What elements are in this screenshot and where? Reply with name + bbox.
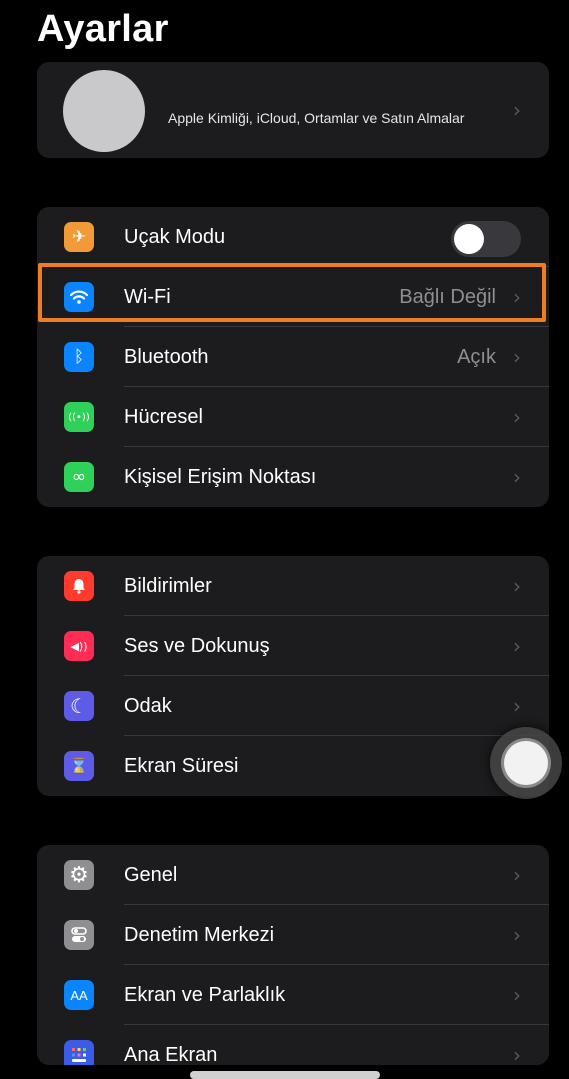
apple-id-label: Apple Kimliği, iCloud, Ortamlar ve Satın… (168, 110, 465, 126)
wifi-highlight-box (38, 263, 546, 322)
apple-id-card[interactable]: Apple Kimliği, iCloud, Ortamlar ve Satın… (37, 62, 549, 158)
airplane-mode-row[interactable]: ✈ Uçak Modu (37, 207, 549, 267)
notifications-label: Bildirimler (124, 575, 212, 597)
hotspot-label: Kişisel Erişim Noktası (124, 466, 317, 488)
connectivity-group: ✈ Uçak Modu Wi-Fi Bağlı Değil › ᛒ Blueto… (37, 207, 549, 507)
chevron-right-icon: › (513, 98, 521, 122)
avatar (63, 70, 145, 152)
display-brightness-icon: AA (64, 980, 94, 1010)
airplane-mode-label: Uçak Modu (124, 226, 226, 248)
cellular-label: Hücresel (124, 406, 203, 428)
bell-glyph (73, 579, 85, 594)
control-center-label: Denetim Merkezi (124, 924, 275, 946)
focus-label: Odak (124, 695, 172, 717)
assistive-touch-inner (504, 741, 548, 785)
chevron-right-icon: › (513, 1043, 521, 1065)
sound-row[interactable]: ◀)) Ses ve Dokunuş › (37, 616, 549, 676)
screen-time-row[interactable]: ⌛ Ekran Süresi (37, 736, 549, 796)
bluetooth-icon: ᛒ (64, 342, 94, 372)
focus-row[interactable]: ☾ Odak › (37, 676, 549, 736)
cellular-icon: ((•)) (64, 402, 94, 432)
display-brightness-row[interactable]: AA Ekran ve Parlaklık › (37, 965, 549, 1025)
home-screen-label: Ana Ekran (124, 1044, 218, 1065)
chevron-right-icon: › (513, 405, 521, 429)
home-screen-row[interactable]: Ana Ekran › (37, 1025, 549, 1065)
control-center-icon (64, 920, 94, 950)
cellular-row[interactable]: ((•)) Hücresel › (37, 387, 549, 447)
chevron-right-icon: › (513, 634, 521, 658)
assistive-touch-button[interactable] (490, 727, 562, 799)
chevron-right-icon: › (513, 923, 521, 947)
sound-icon: ◀)) (64, 631, 94, 661)
bluetooth-status: Açık (457, 346, 496, 368)
toggle-knob (454, 224, 484, 254)
app-grid-glyph (72, 1048, 86, 1062)
home-screen-icon (64, 1040, 94, 1065)
bluetooth-row[interactable]: ᛒ Bluetooth Açık › (37, 327, 549, 387)
hotspot-icon: ∞ (64, 462, 94, 492)
airplane-mode-toggle[interactable] (451, 221, 521, 257)
chevron-right-icon: › (513, 983, 521, 1007)
moon-icon: ☾ (64, 691, 94, 721)
general-row[interactable]: ⚙ Genel › (37, 845, 549, 905)
hotspot-row[interactable]: ∞ Kişisel Erişim Noktası › (37, 447, 549, 507)
home-indicator (190, 1071, 380, 1079)
chevron-right-icon: › (513, 345, 521, 369)
bluetooth-label: Bluetooth (124, 346, 209, 368)
toggles-glyph (71, 927, 87, 942)
general-group: ⚙ Genel › Denetim Merkezi › AA Ekran ve … (37, 845, 549, 1065)
notifications-row[interactable]: Bildirimler › (37, 556, 549, 616)
sound-label: Ses ve Dokunuş (124, 635, 270, 657)
hourglass-icon: ⌛ (64, 751, 94, 781)
control-center-row[interactable]: Denetim Merkezi › (37, 905, 549, 965)
airplane-icon: ✈ (64, 222, 94, 252)
page-title: Ayarlar (37, 8, 169, 50)
display-brightness-label: Ekran ve Parlaklık (124, 984, 286, 1006)
general-label: Genel (124, 864, 178, 886)
chevron-right-icon: › (513, 863, 521, 887)
notifications-icon (64, 571, 94, 601)
gear-icon: ⚙ (64, 860, 94, 890)
screen-time-label: Ekran Süresi (124, 755, 239, 777)
chevron-right-icon: › (513, 574, 521, 598)
notifications-group: Bildirimler › ◀)) Ses ve Dokunuş › ☾ Oda… (37, 556, 549, 796)
chevron-right-icon: › (513, 465, 521, 489)
